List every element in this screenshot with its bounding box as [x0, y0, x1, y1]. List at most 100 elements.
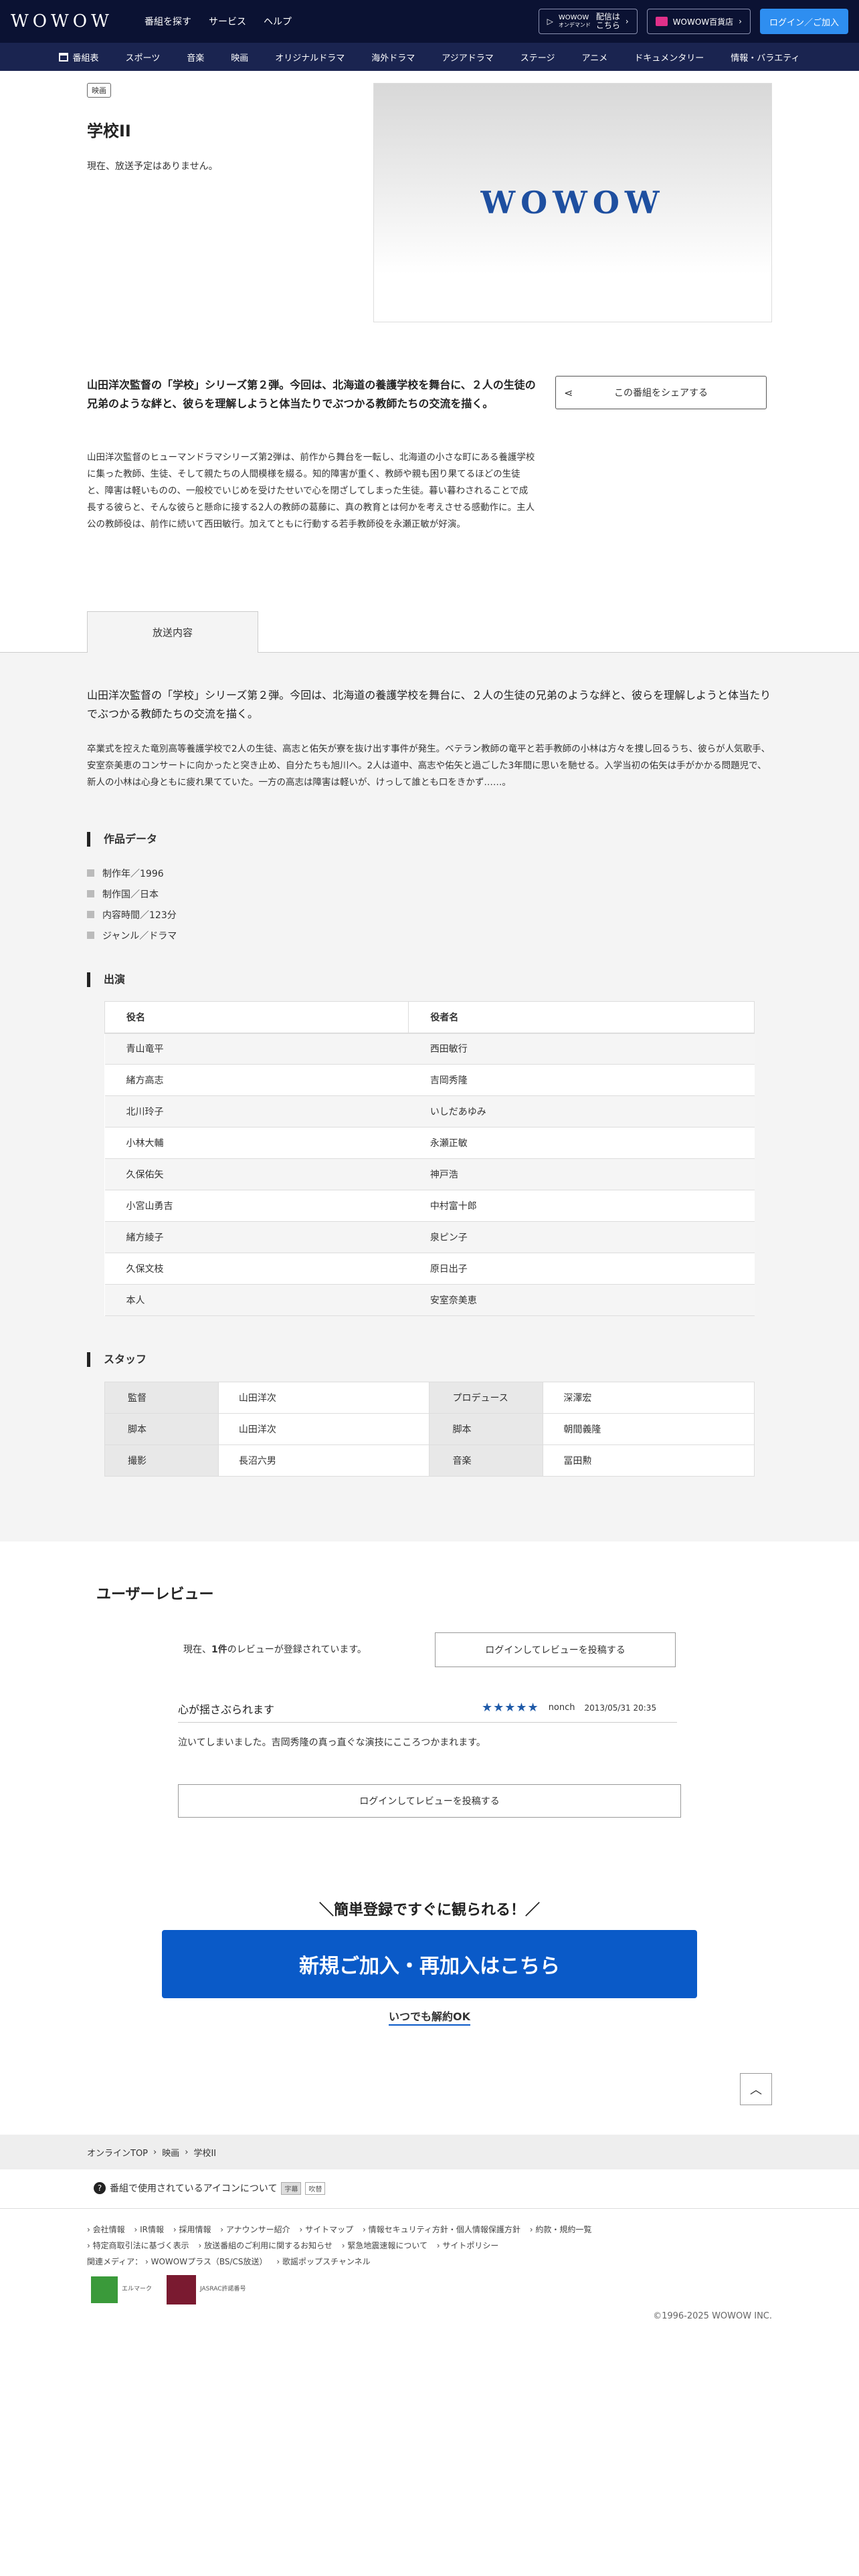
icon-note-text: 番組で使用されているアイコンについて	[110, 2183, 278, 2194]
nav-help[interactable]: ヘルプ	[264, 15, 292, 28]
staff-heading: スタッフ	[87, 1352, 147, 1367]
staff-table: 監督 山田洋次 プロデュース 深澤宏 脚本 山田洋次 脚本 朝間義隆 撮影 長沼…	[104, 1382, 755, 1477]
col-actor: 役者名	[408, 1001, 755, 1034]
footer-link[interactable]: 歌謡ポップスチャンネル	[276, 2257, 370, 2266]
table-row: 久保佑矢 神戸浩	[104, 1158, 755, 1190]
back-to-top-button[interactable]: ︿	[740, 2073, 772, 2105]
reviews-heading: ユーザーレビュー	[96, 1586, 214, 1603]
review-count: 現在、1件のレビューが登録されています。	[183, 1642, 367, 1656]
jasrac-mark: JASRAC許諾番号	[167, 2275, 246, 2304]
review-title: 心が揺さぶられます	[178, 1703, 275, 1716]
table-row: 撮影 長沼六男 音楽 冨田勲	[104, 1444, 755, 1477]
tab-broadcast[interactable]: 放送内容	[87, 611, 258, 653]
chevron-right-icon: ›	[625, 17, 629, 26]
footer-link[interactable]: WOWOWプラス（BS/CS放送）	[145, 2257, 268, 2266]
table-row: 小林大輔 永瀬正敏	[104, 1127, 755, 1159]
table-header-row: 役名 役者名	[104, 1001, 755, 1034]
review-body: 泣いてしまいました。吉岡秀隆の真っ直ぐな演技にこころつかまれます。	[178, 1737, 486, 1748]
review-meta: ★★★★★ nonch 2013/05/31 20:35	[482, 1701, 656, 1715]
icon-note-link[interactable]: ? 番組で使用されているアイコンについて 字幕 吹替	[94, 2181, 326, 2195]
cancel-anytime-link[interactable]: いつでも解約OK	[388, 2010, 470, 2026]
copyright: ©1996-2025 WOWOW INC.	[653, 2311, 772, 2321]
broadcast-description: 卒業式を控えた竜別高等養護学校で2人の生徒、高志と佑矢が寮を抜け出す事件が発生。…	[87, 744, 771, 788]
question-icon: ?	[94, 2182, 106, 2194]
cat-stage[interactable]: ステージ	[507, 51, 569, 64]
actor-cell: 原日出子	[408, 1253, 755, 1285]
footer-link[interactable]: IR情報	[134, 2225, 164, 2234]
actor-cell: 吉岡秀隆	[408, 1064, 755, 1096]
table-row: 緒方高志 吉岡秀隆	[104, 1064, 755, 1096]
subtitle-chip: 字幕	[281, 2181, 302, 2195]
footer-link[interactable]: サイトマップ	[300, 2225, 354, 2234]
cat-sports[interactable]: スポーツ	[112, 51, 173, 64]
cat-asian-drama[interactable]: アジアドラマ	[428, 51, 506, 64]
footer-link[interactable]: 特定商取引法に基づく表示	[87, 2241, 189, 2250]
cast-heading: 出演	[87, 972, 125, 987]
list-item: 制作国／日本	[87, 883, 177, 904]
related-media-label: 関連メディア：	[87, 2257, 143, 2266]
staff-role: 脚本	[104, 1413, 219, 1445]
footer-link[interactable]: 放送番組のご利用に関するお知らせ	[198, 2241, 332, 2250]
divider	[0, 2208, 859, 2209]
table-row: 緒方綾子 泉ピン子	[104, 1221, 755, 1253]
ondemand-label-2: こちら	[595, 21, 620, 30]
footer-link[interactable]: 情報セキュリティ方針・個人情報保護方針	[363, 2225, 520, 2234]
l-mark: エルマーク	[91, 2276, 152, 2303]
actor-cell: 安室奈美恵	[408, 1284, 755, 1316]
thumbnail-logo: WOWOW	[480, 185, 665, 221]
cat-foreign-drama[interactable]: 海外ドラマ	[358, 51, 428, 64]
actor-cell: 永瀬正敏	[408, 1127, 755, 1159]
breadcrumb-item[interactable]: 映画	[162, 2146, 179, 2159]
staff-role: 撮影	[104, 1444, 219, 1477]
breadcrumb-item[interactable]: オンラインTOP	[87, 2146, 148, 2159]
no-air-notice: 現在、放送予定はありません。	[87, 161, 218, 172]
login-button[interactable]: ログイン／ご加入	[759, 9, 848, 34]
header-actions: ▷ WOWOW オンデマンド 配信は こちら › WOWOW百貨店 › ログイン…	[538, 9, 848, 34]
list-item: 内容時間／123分	[87, 904, 177, 925]
footer-link[interactable]: 採用情報	[173, 2225, 211, 2234]
cat-music[interactable]: 音楽	[173, 51, 217, 64]
role-cell: 本人	[104, 1284, 409, 1316]
role-cell: 緒方高志	[104, 1064, 409, 1096]
shop-button[interactable]: WOWOW百貨店 ›	[646, 9, 751, 34]
cat-variety[interactable]: 情報・バラエティ	[717, 51, 813, 64]
review-count-number: 1件	[211, 1644, 227, 1655]
chevron-up-icon: ︿	[750, 2083, 762, 2097]
nav-find-programs[interactable]: 番組を探す	[145, 15, 191, 28]
table-row: 青山竜平 西田敏行	[104, 1033, 755, 1065]
shop-bag-icon	[655, 17, 668, 26]
share-button[interactable]: ⋖ この番組をシェアする	[555, 376, 767, 409]
cat-original-drama[interactable]: オリジナルドラマ	[262, 51, 358, 64]
program-lead: 山田洋次監督の「学校」シリーズ第２弾。今回は、北海道の養護学校を舞台に、２人の生…	[87, 379, 536, 410]
wowow-logo[interactable]: WOWOW	[11, 11, 124, 31]
footer-link[interactable]: サイトポリシー	[437, 2241, 499, 2250]
list-item: 制作年／1996	[87, 863, 177, 883]
role-cell: 北川玲子	[104, 1095, 409, 1128]
post-review-button[interactable]: ログインしてレビューを投稿する	[435, 1632, 676, 1667]
program-description: 山田洋次監督のヒューマンドラマシリーズ第2弾は、前作から舞台を一転し、北海道の小…	[87, 452, 535, 530]
post-review-button-bottom[interactable]: ログインしてレビューを投稿する	[178, 1784, 681, 1818]
share-icon: ⋖	[564, 386, 573, 399]
cat-movie[interactable]: 映画	[217, 51, 262, 64]
staff-role: 脚本	[429, 1413, 544, 1445]
footer-link[interactable]: 緊急地震速報について	[342, 2241, 427, 2250]
table-row: 久保文枝 原日出子	[104, 1253, 755, 1285]
actor-cell: いしだあゆみ	[408, 1095, 755, 1128]
cat-schedule[interactable]: 番組表	[45, 51, 112, 64]
nav-service[interactable]: サービス	[209, 15, 246, 28]
role-cell: 緒方綾子	[104, 1221, 409, 1253]
program-thumbnail: WOWOW	[373, 83, 772, 322]
review-date: 2013/05/31 20:35	[584, 1703, 657, 1713]
table-row: 小宮山勇吉 中村富十郎	[104, 1190, 755, 1222]
footer-link[interactable]: 会社情報	[87, 2225, 125, 2234]
l-mark-text: エルマーク	[122, 2286, 153, 2293]
cat-documentary[interactable]: ドキュメンタリー	[621, 51, 717, 64]
signup-button[interactable]: 新規ご加入・再加入はこちら	[162, 1930, 697, 1998]
work-data-heading: 作品データ	[87, 832, 157, 847]
ondemand-button[interactable]: ▷ WOWOW オンデマンド 配信は こちら ›	[538, 9, 638, 34]
cat-anime[interactable]: アニメ	[569, 51, 622, 64]
footer-link[interactable]: 約款・規約一覧	[530, 2225, 592, 2234]
actor-cell: 西田敏行	[408, 1033, 755, 1065]
footer-link[interactable]: アナウンサー紹介	[220, 2225, 290, 2234]
play-icon: ▷	[547, 17, 553, 26]
